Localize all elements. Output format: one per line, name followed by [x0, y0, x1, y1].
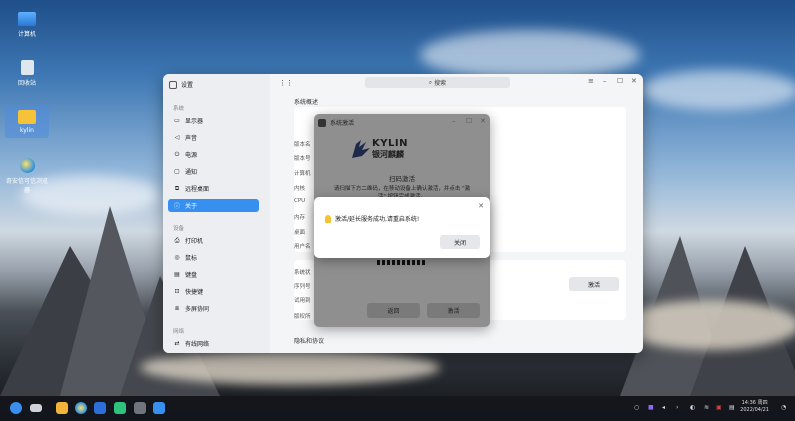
activation-close-button[interactable]: ✕	[480, 117, 486, 125]
trash-icon	[20, 60, 34, 75]
success-message-dialog: ✕ 激活/延长服务成功,请重启系统! 关闭	[314, 197, 490, 258]
activation-taskbar-icon[interactable]	[153, 402, 165, 414]
sidebar-item-keyboard[interactable]: ▤ 键盘	[168, 268, 259, 281]
privacy-title: 隐私和协议	[294, 338, 325, 345]
search-tray-icon[interactable]: ○	[634, 404, 639, 411]
overview-title: 系统概述	[294, 99, 319, 106]
sidebar-item-notification[interactable]: ▢ 通知	[168, 165, 259, 178]
message-text-row: 激活/延长服务成功,请重启系统!	[325, 214, 419, 223]
sidebar-item-shortcut[interactable]: ⊡ 快捷键	[168, 285, 259, 298]
keyboard-tray-icon[interactable]: ▤	[729, 404, 735, 411]
qr-code	[377, 260, 427, 265]
start-menu-icon[interactable]	[10, 402, 22, 414]
clock[interactable]: 14:36 周四 2022/04/21	[740, 400, 769, 414]
sidebar-item-about[interactable]: ⓘ 关于	[168, 199, 259, 212]
sidebar-group-network: 网络	[173, 329, 185, 335]
sidebar-item-printer[interactable]: ⎙ 打印机	[168, 234, 259, 247]
network-icon[interactable]: ≋	[704, 404, 709, 411]
app-store-icon[interactable]	[114, 402, 126, 414]
tray-expand-icon[interactable]: ›	[676, 404, 678, 411]
field-memory: 内存	[294, 215, 306, 221]
sidebar-item-display[interactable]: ▭ 显示器	[168, 114, 259, 127]
scan-title: 扫码激活	[389, 175, 415, 183]
search-input[interactable]: ⌕ 搜索	[365, 77, 510, 88]
power-icon: ⏻	[174, 150, 180, 158]
activation-app-icon	[318, 118, 326, 127]
field-trial: 试用到	[294, 298, 311, 304]
volume-icon[interactable]: ◂	[662, 404, 665, 411]
notification-tray-icon[interactable]: ▣	[716, 404, 722, 411]
computer-icon	[18, 12, 36, 26]
input-method-icon[interactable]: ■	[648, 404, 654, 411]
power-tray-icon[interactable]: ◐	[690, 404, 695, 411]
settings-taskbar-icon[interactable]	[134, 402, 146, 414]
lightbulb-icon	[325, 214, 331, 223]
sidebar-item-multiscreen[interactable]: ⧈ 多屏协同	[168, 302, 259, 315]
sidebar-item-wired-network[interactable]: ⇄ 有线网络	[168, 337, 259, 350]
browser-icon	[19, 158, 35, 173]
settings-app-icon	[169, 80, 177, 89]
sidebar-group-devices: 设备	[173, 226, 185, 232]
field-copyright: 版权所	[294, 314, 311, 320]
speaker-icon: ◁	[174, 134, 180, 141]
sidebar-toggle-icon[interactable]: ◔	[781, 404, 786, 411]
field-version-name: 版本名	[294, 142, 311, 148]
message-close-icon[interactable]: ✕	[478, 202, 484, 210]
menu-button[interactable]: ≡	[588, 77, 594, 85]
folder-icon	[18, 110, 36, 124]
field-username: 用户名	[294, 244, 311, 250]
info-icon: ⓘ	[173, 203, 180, 210]
field-version-number: 版本号	[294, 156, 311, 162]
printer-icon: ⎙	[174, 236, 180, 244]
field-system-status: 系统状	[294, 270, 311, 276]
scan-desc-line1: 请扫描下方二维码，在移动设备上确认激活，并点击 "激	[333, 186, 471, 192]
remote-desktop-icon: ⧉	[174, 184, 180, 192]
sidebar-item-remote-desktop[interactable]: ⧉ 远程桌面	[168, 182, 259, 195]
file-manager-icon[interactable]	[56, 402, 68, 414]
about-activate-button[interactable]: 激活	[569, 277, 619, 291]
settings-title: 设置	[169, 80, 193, 89]
field-kernel: 内核	[294, 186, 306, 192]
shortcut-icon: ⊡	[174, 288, 180, 295]
mouse-icon: ◎	[174, 254, 180, 261]
close-button[interactable]: ✕	[631, 77, 637, 85]
field-computer: 计算机	[294, 171, 311, 177]
keyboard-icon: ▤	[174, 271, 180, 278]
field-serial: 序列号	[294, 284, 311, 290]
notification-icon: ▢	[174, 168, 180, 175]
sidebar-item-power[interactable]: ⏻ 电源	[168, 148, 259, 161]
kylin-emblem-icon	[352, 140, 370, 158]
multiscreen-icon: ⧈	[175, 304, 179, 312]
field-cpu: CPU	[294, 198, 306, 204]
minimize-button[interactable]: –	[603, 77, 607, 85]
multitask-view-icon[interactable]	[30, 404, 42, 412]
settings-sidebar: 设置 系统 ▭ 显示器 ◁ 声音 ⏻ 电源 ▢ 通知 ⧉ 远程桌面 ⓘ 关于 设备 ⎙ 打印机…	[163, 74, 270, 353]
desktop-icon-kylin-folder[interactable]: kylin	[5, 106, 49, 138]
monitor-icon: ▭	[174, 117, 180, 124]
sidebar-group-system: 系统	[173, 106, 185, 112]
sidebar-item-sound[interactable]: ◁ 声音	[168, 131, 259, 144]
browser-taskbar-icon[interactable]	[75, 402, 87, 414]
wps-writer-icon[interactable]	[94, 402, 106, 414]
sidebar-item-mouse[interactable]: ◎ 鼠标	[168, 251, 259, 264]
wired-network-icon: ⇄	[174, 340, 180, 347]
desktop-icon-trash[interactable]: 回收站	[5, 60, 49, 87]
activation-minimize-button[interactable]: –	[452, 117, 456, 125]
activation-submit-button[interactable]: 激活	[427, 303, 480, 318]
message-close-button[interactable]: 关闭	[440, 235, 480, 249]
activation-maximize-button[interactable]: ☐	[466, 117, 472, 125]
back-button[interactable]: 返回	[367, 303, 420, 318]
activation-title: 系统激活	[318, 118, 354, 127]
desktop-icon-browser[interactable]: 奇安信可信浏览器	[5, 158, 49, 194]
taskbar: ○ ■ ◂ › ◐ ≋ ▣ ▤ 14:36 周四 2022/04/21 ◔	[0, 396, 795, 421]
field-desktop: 桌面	[294, 230, 306, 236]
kylin-logo: KYLIN 银河麒麟	[352, 138, 408, 160]
search-icon: ⌕	[428, 78, 433, 86]
grid-menu-icon[interactable]: ⋮⋮	[279, 79, 293, 87]
maximize-button[interactable]: ☐	[617, 77, 623, 85]
desktop-icon-computer[interactable]: 计算机	[5, 12, 49, 38]
